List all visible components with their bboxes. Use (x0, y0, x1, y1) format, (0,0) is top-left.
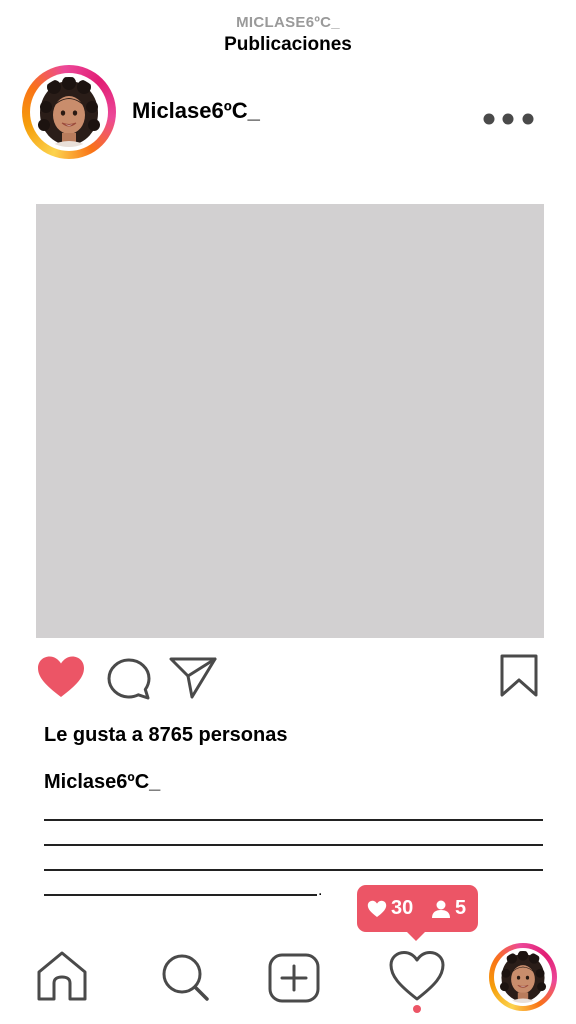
heart-icon (367, 900, 387, 917)
likes-notification: 30 (367, 885, 413, 932)
post-username[interactable]: Miclase6ºC_ (132, 98, 260, 124)
followers-notification: 5 (431, 885, 466, 932)
caption-username[interactable]: Miclase6ºC_ (44, 771, 160, 794)
nav-home-button[interactable] (34, 950, 90, 1007)
page-title: Publicaciones (224, 34, 352, 55)
caption-line (44, 869, 543, 871)
followers-notification-count: 5 (455, 897, 467, 919)
activity-heart-icon (389, 951, 445, 1001)
account-name-header: MICLASE6ºC_ (236, 14, 340, 31)
share-button[interactable] (168, 655, 218, 704)
more-options-button[interactable] (478, 106, 540, 132)
send-icon (169, 657, 217, 699)
like-button[interactable] (36, 655, 86, 704)
caption-line (44, 819, 543, 821)
profile-avatar[interactable] (22, 65, 116, 159)
activity-notification-bubble[interactable]: 30 5 (357, 885, 478, 932)
search-icon (162, 954, 209, 1001)
likes-count-text[interactable]: Le gusta a 8765 personas (44, 724, 287, 747)
nav-search-button[interactable] (160, 952, 212, 1009)
comment-button[interactable] (106, 657, 152, 706)
save-button[interactable] (498, 654, 540, 703)
instagram-post-screen: MICLASE6ºC_ Publicaciones Miclase6ºC_ Le… (0, 0, 576, 1024)
nav-add-post-button[interactable] (267, 952, 321, 1009)
person-icon (432, 900, 450, 918)
home-icon (37, 951, 87, 1001)
activity-indicator-dot (413, 1005, 421, 1013)
add-post-icon (268, 953, 320, 1003)
profile-avatar-icon (497, 951, 549, 1003)
caption-line (44, 894, 317, 896)
more-options-icon (483, 113, 534, 125)
heart-filled-icon (38, 656, 84, 697)
likes-notification-count: 30 (391, 897, 414, 919)
memoji-avatar-icon (34, 77, 104, 147)
nav-profile-button[interactable] (489, 943, 557, 1011)
nav-activity-button[interactable] (388, 950, 446, 1007)
caption-line (44, 844, 543, 846)
comment-icon (107, 658, 151, 700)
post-image-placeholder[interactable] (36, 204, 544, 638)
caption-line-end-dot: . (318, 882, 323, 899)
bookmark-icon (500, 654, 538, 697)
